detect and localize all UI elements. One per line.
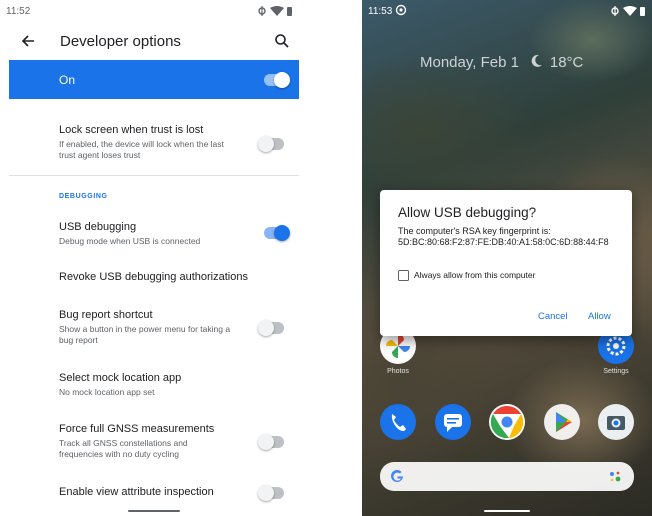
status-time: 11:53 xyxy=(368,6,393,17)
back-arrow-icon[interactable] xyxy=(20,33,36,49)
always-allow-checkbox[interactable] xyxy=(398,270,409,281)
play-store-icon xyxy=(556,412,572,432)
setting-title: Force full GNSS measurements xyxy=(59,423,215,435)
bug-report-toggle[interactable] xyxy=(258,320,284,336)
camera-icon xyxy=(607,416,625,430)
home-screen: 11:53 Monday, Feb 1 18°C Photos Settings xyxy=(362,0,652,516)
setting-summary: Track all GNSS constellations and freque… xyxy=(59,438,188,459)
master-switch-toggle[interactable] xyxy=(264,72,290,88)
master-switch-label: On xyxy=(59,73,76,87)
setting-bug-report-shortcut[interactable]: Bug report shortcut Show a button in the… xyxy=(9,304,299,350)
divider xyxy=(9,175,299,176)
setting-lock-screen[interactable]: Lock screen when trust is lost If enable… xyxy=(9,118,299,164)
setting-title: Lock screen when trust is lost xyxy=(59,124,204,136)
setting-summary: Show a button in the power menu for taki… xyxy=(59,324,231,345)
notification-icon xyxy=(395,4,407,16)
google-search-bar[interactable] xyxy=(380,462,634,491)
photos-label: Photos xyxy=(387,368,409,375)
allow-usb-debugging-dialog: Allow USB debugging? The computer's RSA … xyxy=(380,190,632,336)
setting-title: Select mock location app xyxy=(59,372,182,384)
setting-view-attribute[interactable]: Enable view attribute inspection xyxy=(9,481,299,505)
setting-title: Enable view attribute inspection xyxy=(59,486,214,498)
google-g-icon xyxy=(391,469,403,482)
dialog-message: The computer's RSA key fingerprint is: 5… xyxy=(398,226,609,247)
setting-title: USB debugging xyxy=(59,221,137,233)
cancel-button[interactable]: Cancel xyxy=(538,311,568,322)
date-weather-widget[interactable]: Monday, Feb 1 18°C xyxy=(420,54,583,72)
usb-debugging-toggle[interactable] xyxy=(264,225,290,241)
chrome-app-icon[interactable] xyxy=(489,404,525,440)
lock-screen-toggle[interactable] xyxy=(258,136,284,152)
section-header-debugging: DEBUGGING xyxy=(59,193,108,200)
phone-icon xyxy=(391,414,406,431)
date-text: Monday, Feb 1 xyxy=(420,54,519,71)
assistant-icon[interactable] xyxy=(608,470,622,484)
search-icon[interactable] xyxy=(274,33,290,49)
setting-summary: Debug mode when USB is connected xyxy=(59,236,201,246)
setting-title: Revoke USB debugging authorizations xyxy=(59,271,248,283)
always-allow-label[interactable]: Always allow from this computer xyxy=(414,270,535,280)
chrome-icon xyxy=(490,405,524,439)
status-icons xyxy=(611,6,645,16)
allow-button[interactable]: Allow xyxy=(588,311,611,322)
gnss-toggle[interactable] xyxy=(258,434,284,450)
temperature-text: 18°C xyxy=(549,54,584,71)
developer-options-screen: 11:52 Developer options On Lock screen w… xyxy=(0,0,310,516)
master-switch-bar[interactable]: On xyxy=(9,60,299,99)
settings-label: Settings xyxy=(603,368,629,375)
moon-icon xyxy=(532,54,543,67)
gesture-nav-handle[interactable] xyxy=(128,510,180,512)
setting-mock-location[interactable]: Select mock location app No mock locatio… xyxy=(9,367,299,401)
phone-app-icon[interactable] xyxy=(380,404,416,440)
gesture-nav-handle[interactable] xyxy=(484,510,530,512)
dialog-title: Allow USB debugging? xyxy=(398,205,537,220)
setting-force-gnss[interactable]: Force full GNSS measurements Track all G… xyxy=(9,418,299,464)
status-icons xyxy=(258,6,292,16)
status-time: 11:52 xyxy=(6,6,31,17)
play-store-app-icon[interactable] xyxy=(544,404,580,440)
messages-icon xyxy=(444,414,462,432)
setting-summary: If enabled, the device will lock when th… xyxy=(59,139,224,160)
view-attribute-toggle[interactable] xyxy=(258,485,284,501)
page-title: Developer options xyxy=(60,33,181,50)
setting-usb-debugging[interactable]: USB debugging Debug mode when USB is con… xyxy=(9,216,299,250)
camera-app-icon[interactable] xyxy=(598,404,634,440)
setting-revoke-usb-auth[interactable]: Revoke USB debugging authorizations xyxy=(9,266,299,290)
messages-app-icon[interactable] xyxy=(435,404,471,440)
setting-summary: No mock location app set xyxy=(59,387,155,397)
setting-title: Bug report shortcut xyxy=(59,309,153,321)
